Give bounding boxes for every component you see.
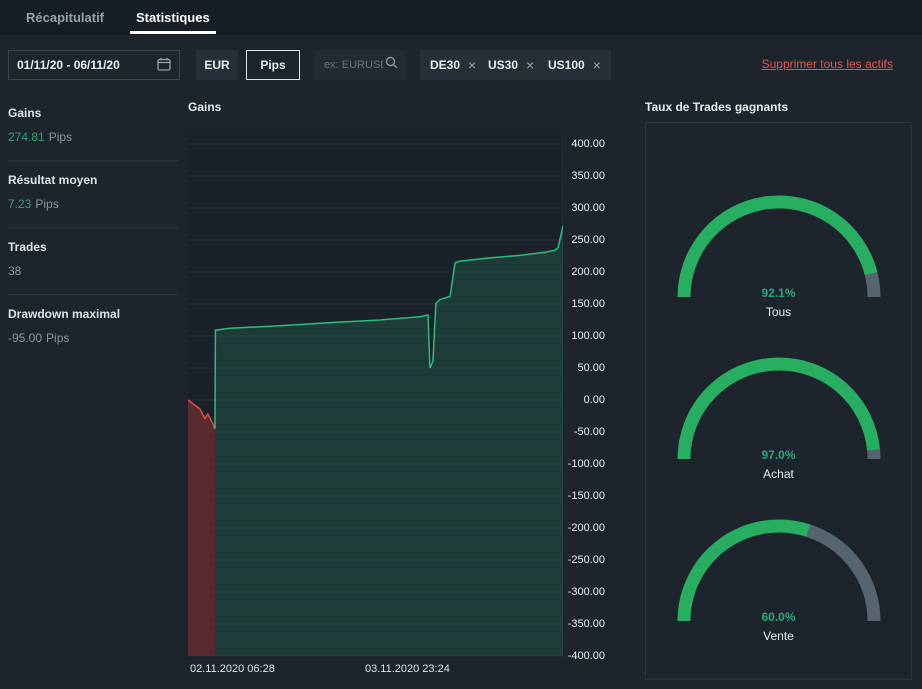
asset-chip-de30[interactable]: DE30 × bbox=[420, 50, 487, 80]
gauge-vente: 60.0% Vente bbox=[646, 517, 911, 679]
y-tick-label: 50.00 bbox=[577, 362, 605, 374]
asset-search bbox=[314, 50, 406, 80]
stat-drawdown-maximal: Drawdown maximal -95.00 Pips bbox=[8, 295, 178, 361]
remove-chip-icon[interactable]: × bbox=[526, 58, 534, 72]
stat-label: Résultat moyen bbox=[8, 173, 98, 187]
gauge-label: Tous bbox=[765, 305, 792, 319]
chart-title: Gains bbox=[188, 100, 222, 114]
stat-value: 38 bbox=[8, 264, 22, 278]
gauges-panel: 92.1% Tous 97.0% Achat 60.0% Vente bbox=[645, 122, 912, 680]
stat-unit: Pips bbox=[46, 331, 70, 345]
y-tick-label: -100.00 bbox=[567, 458, 605, 470]
y-tick-label: -250.00 bbox=[567, 554, 605, 566]
y-tick-label: 400.00 bbox=[571, 138, 605, 150]
stat-value: -95.00 bbox=[8, 331, 43, 345]
asset-search-input[interactable] bbox=[322, 58, 385, 72]
remove-chip-icon[interactable]: × bbox=[593, 58, 601, 72]
y-tick-label: -300.00 bbox=[567, 586, 605, 598]
asset-chip-label: DE30 bbox=[430, 58, 461, 72]
stat-gains: Gains 274.81 Pips bbox=[8, 94, 178, 161]
stat-label: Drawdown maximal bbox=[8, 307, 121, 321]
stat-value: 274.81 bbox=[8, 130, 45, 144]
stat-trades: Trades 38 bbox=[8, 228, 178, 295]
gauge-percentage: 92.1% bbox=[761, 286, 796, 300]
y-tick-label: -350.00 bbox=[567, 618, 605, 630]
y-tick-label: 150.00 bbox=[571, 298, 605, 310]
y-tick-label: 0.00 bbox=[583, 394, 605, 406]
gauges-title: Taux de Trades gagnants bbox=[645, 100, 789, 114]
stat-unit: Pips bbox=[48, 130, 73, 144]
currency-toggle-button[interactable]: EUR bbox=[196, 50, 238, 80]
y-tick-label: 100.00 bbox=[571, 330, 605, 342]
gauge-tous: 92.1% Tous bbox=[646, 193, 911, 355]
asset-chip-us30[interactable]: US30 × bbox=[478, 50, 545, 80]
remove-all-assets-link[interactable]: Supprimer tous les actifs bbox=[762, 57, 893, 71]
calendar-icon bbox=[157, 57, 171, 74]
asset-chip-us100[interactable]: US100 × bbox=[538, 50, 611, 80]
gains-chart-panel bbox=[187, 135, 564, 659]
gauge-label: Vente bbox=[763, 629, 794, 643]
tab-recapitulatif-label: Récapitulatif bbox=[26, 9, 105, 25]
stat-value: 7.23 bbox=[8, 197, 32, 211]
date-range-value: 01/11/20 - 06/11/20 bbox=[17, 58, 120, 72]
tab-statistiques-label: Statistiques bbox=[136, 9, 210, 25]
gauge-label: Achat bbox=[763, 467, 794, 481]
gauge-percentage: 60.0% bbox=[761, 610, 796, 624]
stat-unit: Pips bbox=[35, 197, 59, 211]
stat-resultat-moyen: Résultat moyen 7.23 Pips bbox=[8, 161, 178, 228]
date-range-picker[interactable]: 01/11/20 - 06/11/20 bbox=[8, 50, 180, 80]
y-tick-label: -400.00 bbox=[567, 650, 605, 662]
gauge-percentage: 97.0% bbox=[761, 448, 796, 462]
search-icon bbox=[385, 56, 398, 74]
y-tick-label: -150.00 bbox=[567, 490, 605, 502]
tab-recapitulatif[interactable]: Récapitulatif bbox=[10, 0, 120, 34]
y-tick-label: 300.00 bbox=[571, 202, 605, 214]
gains-chart-svg bbox=[187, 135, 564, 659]
y-tick-label: 350.00 bbox=[571, 170, 605, 182]
y-tick-label: -200.00 bbox=[567, 522, 605, 534]
y-tick-label: 200.00 bbox=[571, 266, 605, 278]
stats-sidebar: Gains 274.81 Pips Résultat moyen 7.23 Pips… bbox=[8, 94, 178, 361]
x-axis-label-mid: 03.11.2020 23:24 bbox=[365, 663, 450, 675]
asset-chip-label: US30 bbox=[488, 58, 519, 72]
stat-label: Gains bbox=[8, 106, 42, 120]
stat-label: Trades bbox=[8, 240, 47, 254]
y-tick-label: 250.00 bbox=[571, 234, 605, 246]
y-axis-labels: 400.00 350.00 300.00 250.00 200.00 150.00 100.… bbox=[565, 135, 605, 662]
x-axis-label-start: 02.11.2020 06:28 bbox=[190, 663, 275, 675]
header-tabs: Récapitulatif Statistiques bbox=[0, 0, 922, 35]
tab-statistiques[interactable]: Statistiques bbox=[120, 0, 226, 34]
pips-toggle-button[interactable]: Pips bbox=[246, 50, 300, 80]
asset-chip-label: US100 bbox=[548, 58, 585, 72]
y-tick-label: -50.00 bbox=[573, 426, 605, 438]
remove-chip-icon[interactable]: × bbox=[468, 58, 476, 72]
gauge-achat: 97.0% Achat bbox=[646, 355, 911, 517]
